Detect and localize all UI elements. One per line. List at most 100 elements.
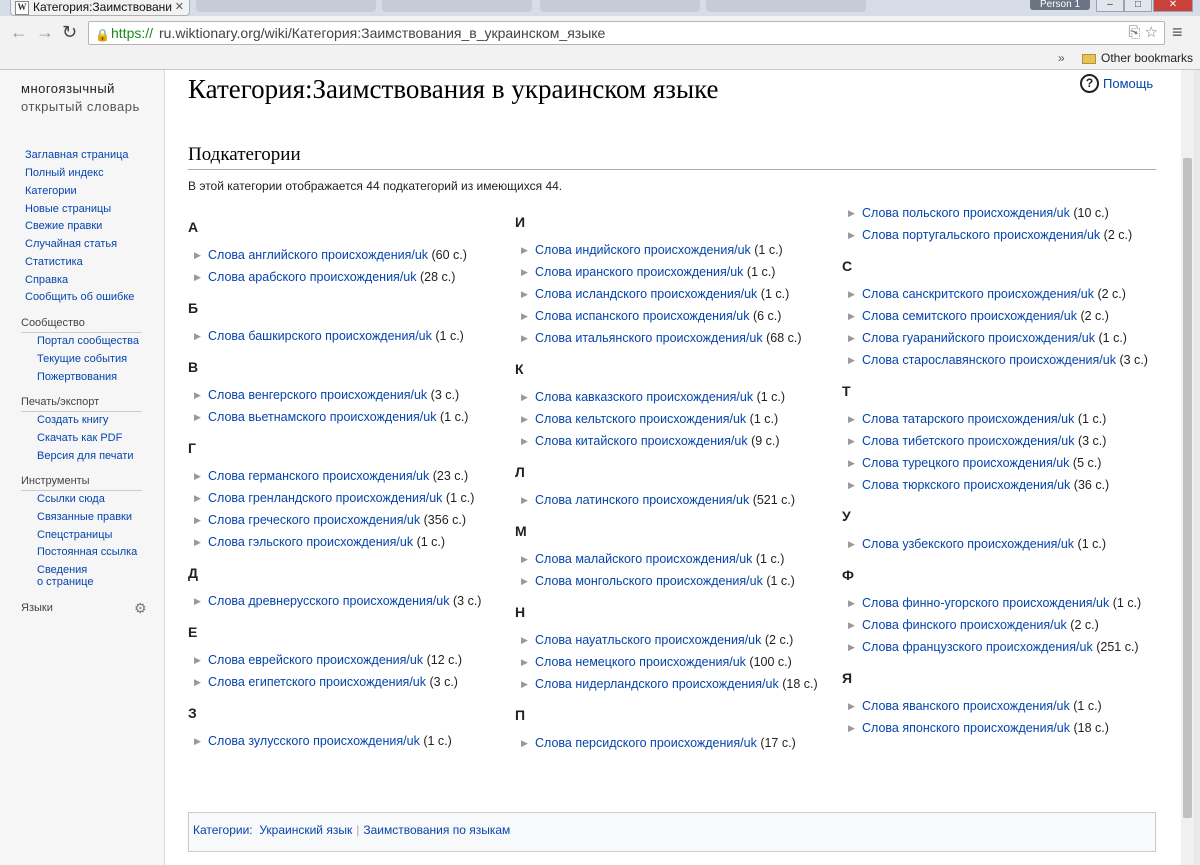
subcategory-link[interactable]: Слова санскритского происхождения/uk [862,287,1094,301]
subcategory-link[interactable]: Слова науатльского происхождения/uk [535,633,761,647]
subcategory-link[interactable]: Слова индийского происхождения/uk [535,243,751,257]
subcategory-link[interactable]: Слова древнерусского происхождения/uk [208,594,450,608]
subcategory-link[interactable]: Слова узбекского происхождения/uk [862,537,1074,551]
nav-categories[interactable]: Категории [25,185,77,198]
expand-triangle-icon[interactable]: ▶ [194,489,201,507]
subcategory-link[interactable]: Слова кельтского происхождения/uk [535,412,746,426]
expand-triangle-icon[interactable]: ▶ [521,550,528,568]
subcategory-link[interactable]: Слова башкирского происхождения/uk [208,329,432,343]
expand-triangle-icon[interactable]: ▶ [194,386,201,404]
expand-triangle-icon[interactable]: ▶ [521,263,528,281]
subcategory-link[interactable]: Слова малайского происхождения/uk [535,552,752,566]
expand-triangle-icon[interactable]: ▶ [848,351,855,369]
expand-triangle-icon[interactable]: ▶ [194,592,201,610]
expand-triangle-icon[interactable]: ▶ [521,388,528,406]
nav-permanent-link[interactable]: Постоянная ссылка [37,546,137,559]
subcategory-link[interactable]: Слова латинского происхождения/uk [535,493,749,507]
expand-triangle-icon[interactable]: ▶ [848,616,855,634]
subcategory-link[interactable]: Слова польского происхождения/uk [862,206,1070,220]
subcategory-link[interactable]: Слова португальского происхождения/uk [862,228,1100,242]
expand-triangle-icon[interactable]: ▶ [194,268,201,286]
categories-label[interactable]: Категории: [193,823,253,837]
subcategory-link[interactable]: Слова гуаранийского происхождения/uk [862,331,1095,345]
reload-icon[interactable]: ↻ [62,22,77,42]
subcategory-link[interactable]: Слова венгерского происхождения/uk [208,388,427,402]
nav-current-events[interactable]: Текущие события [37,353,127,366]
subcategory-link[interactable]: Слова тюркского происхождения/uk [862,478,1070,492]
subcategory-link[interactable]: Слова персидского происхождения/uk [535,736,757,750]
other-bookmarks-button[interactable]: Other bookmarks [1101,51,1193,65]
help-label[interactable]: Помощь [1103,76,1153,91]
subcategory-link[interactable]: Слова зулусского происхождения/uk [208,734,420,748]
subcategory-link[interactable]: Слова финского происхождения/uk [862,618,1067,632]
nav-report-error[interactable]: Сообщить об ошибке [25,291,134,304]
expand-triangle-icon[interactable]: ▶ [521,241,528,259]
expand-triangle-icon[interactable]: ▶ [848,697,855,715]
expand-triangle-icon[interactable]: ▶ [848,307,855,325]
expand-triangle-icon[interactable]: ▶ [848,454,855,472]
category-link-ukrainian[interactable]: Украинский язык [259,823,352,837]
nav-donations[interactable]: Пожертвования [37,371,117,384]
expand-triangle-icon[interactable]: ▶ [848,285,855,303]
subcategory-link[interactable]: Слова испанского происхождения/uk [535,309,749,323]
nav-help[interactable]: Справка [25,274,68,287]
subcategory-link[interactable]: Слова старославянского происхождения/uk [862,353,1116,367]
gear-icon[interactable]: ⚙ [134,600,147,617]
nav-random-article[interactable]: Случайная статья [25,238,117,251]
tab-inactive[interactable] [196,0,376,12]
subcategory-link[interactable]: Слова немецкого происхождения/uk [535,655,746,669]
tab-active[interactable]: W Категория:Заимствовани ✕ [10,0,190,16]
bookmarks-overflow-icon[interactable]: » [1058,51,1065,65]
expand-triangle-icon[interactable]: ▶ [194,732,201,750]
nav-related-changes[interactable]: Связанные правки [37,511,132,524]
expand-triangle-icon[interactable]: ▶ [848,204,855,222]
help-link[interactable]: ? Помощь [1080,74,1153,93]
scrollbar-thumb[interactable] [1183,158,1192,818]
nav-full-index[interactable]: Полный индекс [25,167,104,180]
back-arrow-icon[interactable]: ← [10,22,28,42]
expand-triangle-icon[interactable]: ▶ [194,651,201,669]
subcategory-link[interactable]: Слова английского происхождения/uk [208,248,428,262]
nav-download-pdf[interactable]: Скачать как PDF [37,432,122,445]
expand-triangle-icon[interactable]: ▶ [848,226,855,244]
subcategory-link[interactable]: Слова семитского происхождения/uk [862,309,1077,323]
close-window-icon[interactable]: ✕ [1153,0,1193,12]
subcategory-link[interactable]: Слова иранского происхождения/uk [535,265,743,279]
subcategory-link[interactable]: Слова финно-угорского происхождения/uk [862,596,1109,610]
subcategory-link[interactable]: Слова татарского происхождения/uk [862,412,1074,426]
expand-triangle-icon[interactable]: ▶ [521,329,528,347]
subcategory-link[interactable]: Слова гренландского происхождения/uk [208,491,442,505]
expand-triangle-icon[interactable]: ▶ [521,285,528,303]
expand-triangle-icon[interactable]: ▶ [194,533,201,551]
expand-triangle-icon[interactable]: ▶ [848,594,855,612]
subcategory-link[interactable]: Слова арабского происхождения/uk [208,270,417,284]
nav-page-info-line2[interactable]: о странице [37,576,93,589]
expand-triangle-icon[interactable]: ▶ [521,653,528,671]
nav-statistics[interactable]: Статистика [25,256,83,269]
subcategory-link[interactable]: Слова исландского происхождения/uk [535,287,757,301]
subcategory-link[interactable]: Слова гэльского происхождения/uk [208,535,413,549]
subcategory-link[interactable]: Слова итальянского происхождения/uk [535,331,763,345]
expand-triangle-icon[interactable]: ▶ [521,572,528,590]
expand-triangle-icon[interactable]: ▶ [194,246,201,264]
expand-triangle-icon[interactable]: ▶ [521,491,528,509]
tab-close-icon[interactable]: ✕ [175,0,184,14]
profile-button[interactable]: Person 1 [1030,0,1090,10]
expand-triangle-icon[interactable]: ▶ [194,327,201,345]
subcategory-link[interactable]: Слова греческого происхождения/uk [208,513,420,527]
subcategory-link[interactable]: Слова германского происхождения/uk [208,469,429,483]
expand-triangle-icon[interactable]: ▶ [521,432,528,450]
expand-triangle-icon[interactable]: ▶ [848,476,855,494]
tab-inactive[interactable] [540,0,700,12]
expand-triangle-icon[interactable]: ▶ [848,719,855,737]
address-bar[interactable]: 🔒 https:// ru.wiktionary.org/wiki/Катего… [88,21,1165,45]
expand-triangle-icon[interactable]: ▶ [848,535,855,553]
tab-inactive[interactable] [706,0,866,12]
minimize-icon[interactable]: – [1096,0,1124,12]
expand-triangle-icon[interactable]: ▶ [521,734,528,752]
subcategory-link[interactable]: Слова японского происхождения/uk [862,721,1070,735]
expand-triangle-icon[interactable]: ▶ [848,329,855,347]
expand-triangle-icon[interactable]: ▶ [194,408,201,426]
nav-main-page[interactable]: Заглавная страница [25,149,129,162]
nav-create-book[interactable]: Создать книгу [37,414,108,427]
